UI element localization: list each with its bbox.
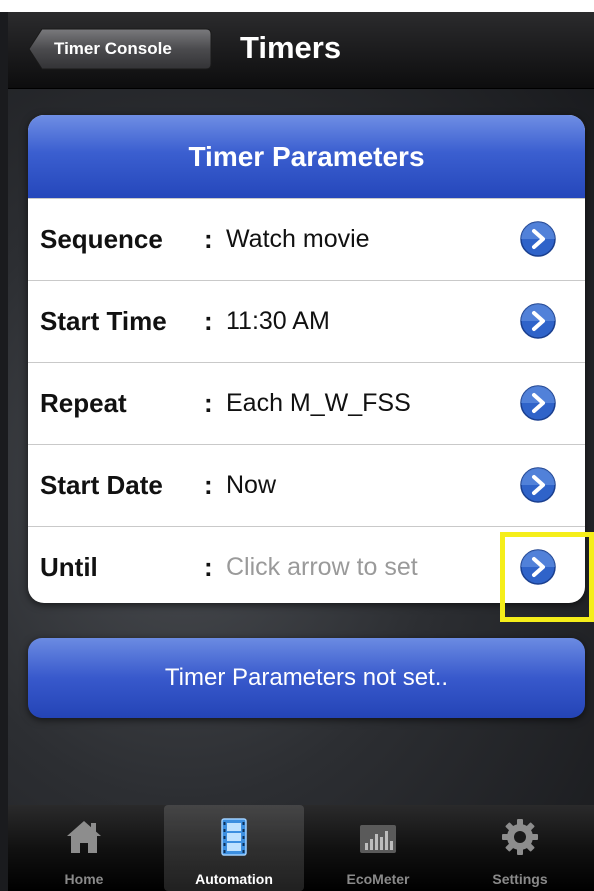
film-icon <box>221 818 247 856</box>
page-top-margin <box>0 0 594 12</box>
meter-icon <box>360 825 396 853</box>
disclosure-arrow-icon[interactable] <box>518 383 558 423</box>
row-sequence[interactable]: Sequence : Watch movie <box>28 198 585 280</box>
tab-label: Automation <box>195 871 273 887</box>
tab-settings[interactable]: Settings <box>450 805 590 891</box>
row-separator: : <box>204 306 213 336</box>
tab-home[interactable]: Home <box>14 805 154 891</box>
row-label: Start Time <box>40 306 167 336</box>
tab-ecometer[interactable]: EcoMeter <box>308 805 448 891</box>
row-value: Now <box>226 471 277 499</box>
row-value: Each M_W_FSS <box>226 389 411 417</box>
back-button[interactable]: Timer Console <box>28 28 212 70</box>
tab-bar: Home Automation EcoMeter Settings <box>8 805 594 891</box>
phone-screen: Timer Console Timers Timer Parameters Se… <box>8 12 594 891</box>
navigation-bar: Timer Console Timers <box>8 12 594 89</box>
tab-automation[interactable]: Automation <box>164 805 304 891</box>
highlight-box <box>500 532 594 622</box>
row-value: 11:30 AM <box>226 307 330 335</box>
row-repeat[interactable]: Repeat : Each M_W_FSS <box>28 362 585 444</box>
tab-label: Settings <box>492 871 548 887</box>
disclosure-arrow-icon[interactable] <box>518 219 558 259</box>
home-icon <box>67 821 101 853</box>
gear-icon <box>502 819 538 855</box>
disclosure-arrow-icon[interactable] <box>518 465 558 505</box>
row-label: Sequence <box>40 224 163 254</box>
row-start-date[interactable]: Start Date : Now <box>28 444 585 526</box>
row-value: Watch movie <box>226 225 370 253</box>
card-header: Timer Parameters <box>28 115 585 198</box>
row-label: Start Date <box>40 470 163 500</box>
row-separator: : <box>204 388 213 418</box>
row-separator: : <box>204 224 213 254</box>
row-label: Repeat <box>40 388 127 418</box>
row-separator: : <box>204 470 213 500</box>
status-banner: Timer Parameters not set.. <box>28 638 585 718</box>
row-start-time[interactable]: Start Time : 11:30 AM <box>28 280 585 362</box>
row-label: Until <box>40 552 98 582</box>
tab-label: Home <box>64 871 104 887</box>
disclosure-arrow-icon[interactable] <box>518 301 558 341</box>
tab-label: EcoMeter <box>346 871 410 887</box>
back-button-label: Timer Console <box>54 39 172 58</box>
page-title: Timers <box>240 30 342 65</box>
row-separator: : <box>204 552 213 582</box>
timer-parameters-card: Timer Parameters Sequence : Watch movie … <box>28 115 585 603</box>
row-value: Click arrow to set <box>226 553 418 581</box>
